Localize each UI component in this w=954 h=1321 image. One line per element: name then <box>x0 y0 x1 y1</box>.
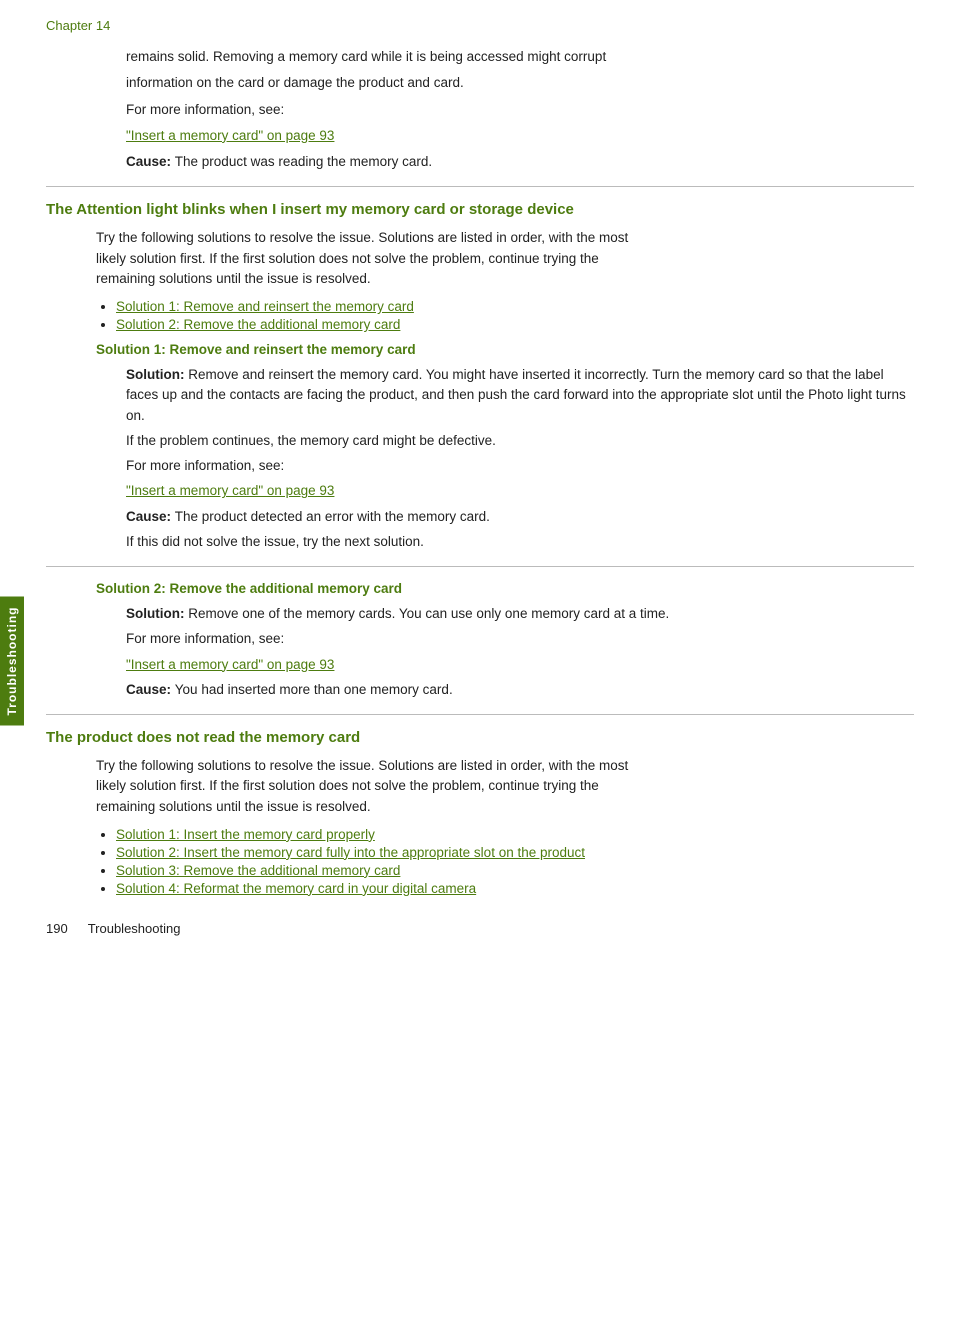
sub2-heading: Solution 2: Remove the additional memory… <box>96 581 914 596</box>
intro-link1[interactable]: "Insert a memory card" on page 93 <box>126 126 914 146</box>
section1-intro3: remaining solutions until the issue is r… <box>96 269 914 289</box>
sub1-cause: Cause: The product detected an error wit… <box>126 507 914 527</box>
section1-bullets: Solution 1: Remove and reinsert the memo… <box>116 299 914 332</box>
sidebar-tab: Troubleshooting <box>0 0 28 1321</box>
footer-label: Troubleshooting <box>88 921 181 936</box>
sub1-cause-label: Cause: <box>126 509 171 524</box>
sub1-for-more: For more information, see: <box>126 456 914 476</box>
chapter-label: Chapter 14 <box>46 18 914 33</box>
sub2-link-anchor[interactable]: "Insert a memory card" on page 93 <box>126 657 334 672</box>
list-item[interactable]: Solution 4: Reformat the memory card in … <box>116 881 914 896</box>
section2-intro2: likely solution first. If the first solu… <box>96 776 914 796</box>
sub2-solution-block: Solution: Remove one of the memory cards… <box>126 604 914 700</box>
intro-line2: information on the card or damage the pr… <box>126 73 914 93</box>
sub1-solution-body: Remove and reinsert the memory card. You… <box>126 367 906 423</box>
intro-block: remains solid. Removing a memory card wh… <box>126 47 914 172</box>
section1-bullet1-link[interactable]: Solution 1: Remove and reinsert the memo… <box>116 299 414 314</box>
main-content: Chapter 14 remains solid. Removing a mem… <box>28 0 954 1321</box>
divider-2 <box>46 566 914 567</box>
list-item[interactable]: Solution 2: Insert the memory card fully… <box>116 845 914 860</box>
list-item[interactable]: Solution 1: Insert the memory card prope… <box>116 827 914 842</box>
sub1-solution-text: Solution: Remove and reinsert the memory… <box>126 365 914 426</box>
divider-3 <box>46 714 914 715</box>
section2-bullet2-link[interactable]: Solution 2: Insert the memory card fully… <box>116 845 585 860</box>
intro-for-more: For more information, see: <box>126 100 914 120</box>
section2-intro: Try the following solutions to resolve t… <box>96 756 914 817</box>
intro-cause-text: The product was reading the memory card. <box>175 154 432 169</box>
section2-bullet1-link[interactable]: Solution 1: Insert the memory card prope… <box>116 827 375 842</box>
section1-intro2: likely solution first. If the first solu… <box>96 249 914 269</box>
section2-heading: The product does not read the memory car… <box>46 729 914 746</box>
intro-cause-label: Cause: <box>126 154 171 169</box>
sub1-if-problem: If the problem continues, the memory car… <box>126 431 914 451</box>
list-item[interactable]: Solution 1: Remove and reinsert the memo… <box>116 299 914 314</box>
sub2-solution-body: Remove one of the memory cards. You can … <box>188 606 669 621</box>
section1-bullet2-link[interactable]: Solution 2: Remove the additional memory… <box>116 317 400 332</box>
sub2-solution-label: Solution: <box>126 606 184 621</box>
sub1-if-not: If this did not solve the issue, try the… <box>126 532 914 552</box>
intro-line1: remains solid. Removing a memory card wh… <box>126 47 914 67</box>
list-item[interactable]: Solution 3: Remove the additional memory… <box>116 863 914 878</box>
sub2-cause: Cause: You had inserted more than one me… <box>126 680 914 700</box>
page-footer: 190 Troubleshooting <box>46 916 914 936</box>
section2-intro3: remaining solutions until the issue is r… <box>96 797 914 817</box>
divider-1 <box>46 186 914 187</box>
sub2-link[interactable]: "Insert a memory card" on page 93 <box>126 655 914 675</box>
sub1-link-anchor[interactable]: "Insert a memory card" on page 93 <box>126 483 334 498</box>
section2-intro1: Try the following solutions to resolve t… <box>96 756 914 776</box>
section2-bullet4-link[interactable]: Solution 4: Reformat the memory card in … <box>116 881 476 896</box>
page-number: 190 <box>46 921 68 936</box>
sub2-solution-text: Solution: Remove one of the memory cards… <box>126 604 914 624</box>
sidebar-label: Troubleshooting <box>0 596 24 725</box>
sub1-solution-block: Solution: Remove and reinsert the memory… <box>126 365 914 552</box>
section2-bullet3-link[interactable]: Solution 3: Remove the additional memory… <box>116 863 400 878</box>
section2-bullets: Solution 1: Insert the memory card prope… <box>116 827 914 896</box>
list-item[interactable]: Solution 2: Remove the additional memory… <box>116 317 914 332</box>
intro-link-anchor[interactable]: "Insert a memory card" on page 93 <box>126 128 334 143</box>
sub1-link[interactable]: "Insert a memory card" on page 93 <box>126 481 914 501</box>
section1-intro1: Try the following solutions to resolve t… <box>96 228 914 248</box>
sub2-cause-text: You had inserted more than one memory ca… <box>175 682 453 697</box>
section1-heading: The Attention light blinks when I insert… <box>46 201 914 218</box>
sub2-for-more: For more information, see: <box>126 629 914 649</box>
sub1-solution-label: Solution: <box>126 367 184 382</box>
section1-intro: Try the following solutions to resolve t… <box>96 228 914 289</box>
intro-cause: Cause: The product was reading the memor… <box>126 152 914 172</box>
page-container: Troubleshooting Chapter 14 remains solid… <box>0 0 954 1321</box>
sub1-heading: Solution 1: Remove and reinsert the memo… <box>96 342 914 357</box>
sub1-cause-text: The product detected an error with the m… <box>175 509 490 524</box>
sub2-cause-label: Cause: <box>126 682 171 697</box>
